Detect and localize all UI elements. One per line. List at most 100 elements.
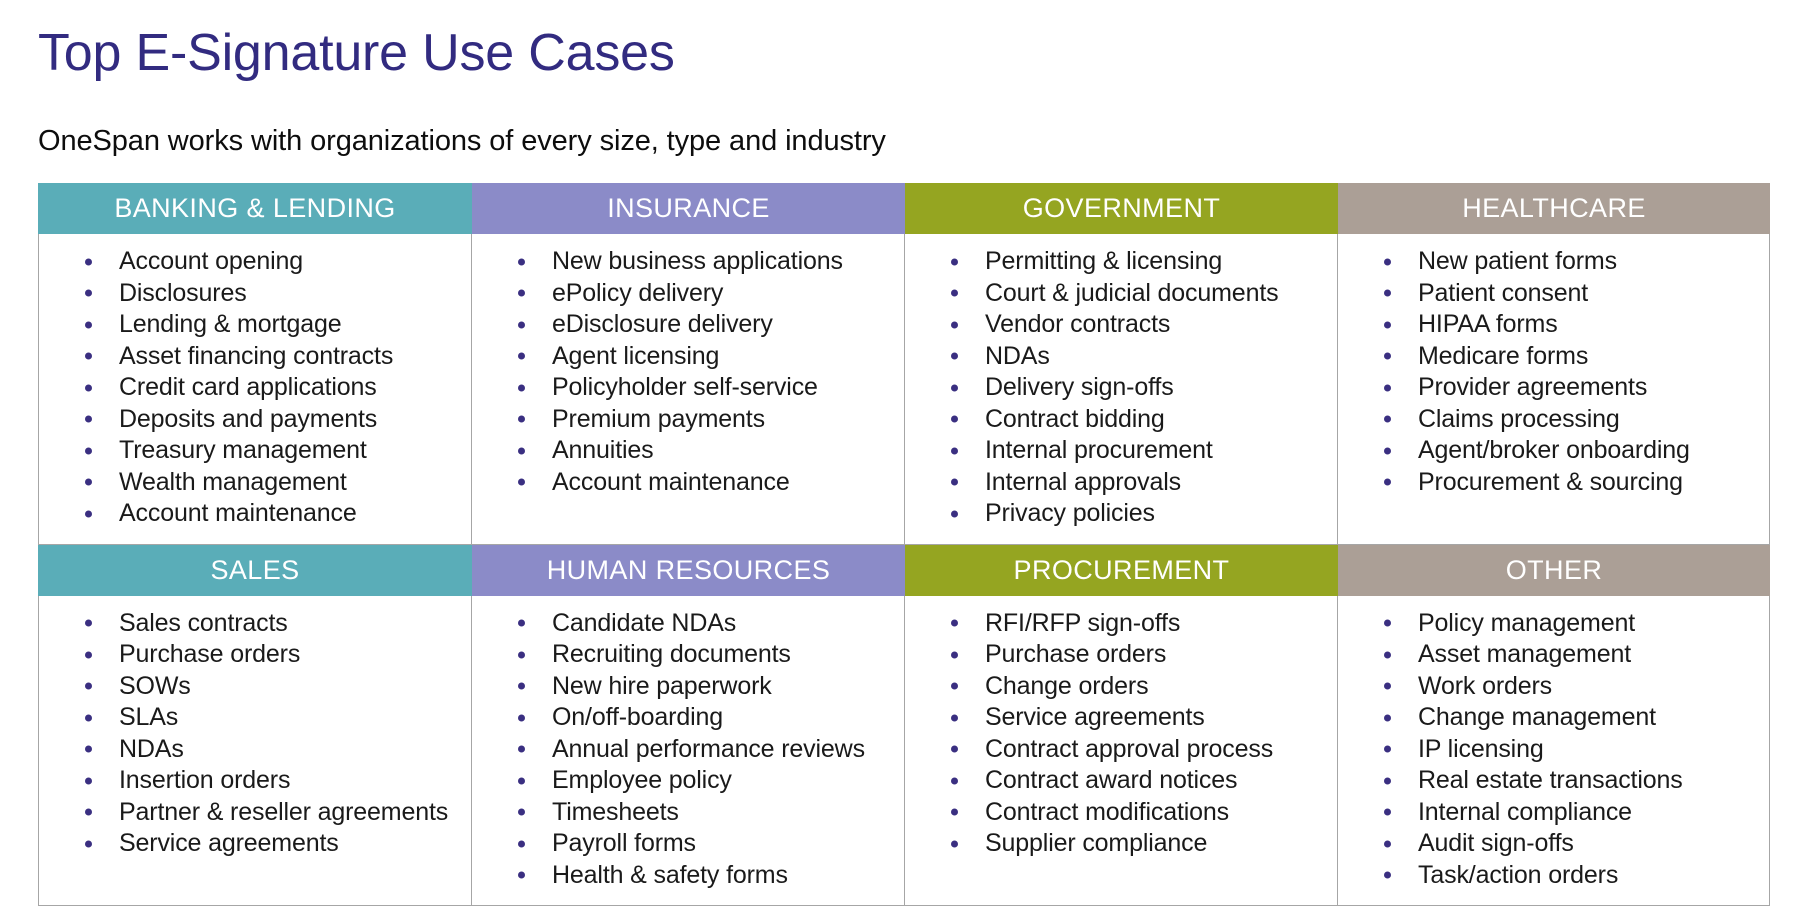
category-column: SALES Sales contracts Purchase orders SOWs S… xyxy=(38,544,472,906)
bullet-icon xyxy=(518,258,525,266)
list-item-label: Procurement & sourcing xyxy=(1418,467,1683,496)
bullet-icon xyxy=(1384,714,1391,722)
bullet-icon xyxy=(1384,447,1391,455)
category-header[interactable]: HEALTHCARE xyxy=(1338,183,1770,234)
list-item: Policyholder self-service xyxy=(478,372,898,404)
bullet-icon xyxy=(85,808,92,816)
bullet-icon xyxy=(85,258,92,266)
list-item: Contract award notices xyxy=(911,765,1331,797)
bullet-icon xyxy=(518,777,525,785)
list-item: Wealth management xyxy=(45,467,465,499)
list-item: Purchase orders xyxy=(911,639,1331,671)
list-item: Supplier compliance xyxy=(911,828,1331,860)
list-item: Recruiting documents xyxy=(478,639,898,671)
list-item: Account maintenance xyxy=(478,467,898,499)
category-header[interactable]: GOVERNMENT xyxy=(905,183,1338,234)
bullet-icon xyxy=(1384,352,1391,360)
list-item: Treasury management xyxy=(45,435,465,467)
list-item: Employee policy xyxy=(478,765,898,797)
category-body: Account opening Disclosures Lending & mort… xyxy=(38,234,472,545)
list-item: Task/action orders xyxy=(1344,860,1763,892)
list-item-label: Contract bidding xyxy=(985,404,1165,433)
category-header[interactable]: SALES xyxy=(38,544,472,596)
list-item: NDAs xyxy=(911,341,1331,373)
list-item-label: Work orders xyxy=(1418,671,1553,700)
use-case-list: RFI/RFP sign-offs Purchase orders Change o… xyxy=(911,608,1331,860)
list-item-label: Delivery sign-offs xyxy=(985,373,1174,401)
bullet-icon xyxy=(951,714,958,722)
list-item-label: Change orders xyxy=(985,671,1149,700)
list-item: Asset management xyxy=(1344,639,1763,671)
list-item-label: New hire paperwork xyxy=(552,671,772,700)
list-item-label: Disclosures xyxy=(119,278,247,307)
category-header[interactable]: PROCUREMENT xyxy=(905,544,1338,596)
slide-canvas: Top E-Signature Use Cases OneSpan works … xyxy=(0,0,1801,910)
list-item-label: Annual performance reviews xyxy=(552,734,865,763)
bullet-icon xyxy=(951,258,958,266)
bullet-icon xyxy=(1384,415,1391,423)
list-item-label: Provider agreements xyxy=(1418,373,1648,401)
bullet-icon xyxy=(85,384,92,392)
bullet-icon xyxy=(1384,321,1391,329)
category-body: Candidate NDAs Recruiting documents New hi… xyxy=(472,595,905,906)
list-item-label: Change management xyxy=(1418,703,1656,731)
list-item: Audit sign-offs xyxy=(1344,828,1763,860)
bullet-icon xyxy=(951,510,958,518)
list-item: Credit card applications xyxy=(45,372,465,404)
list-item-label: ePolicy delivery xyxy=(552,278,724,307)
category-body: New business applications ePolicy deliver… xyxy=(472,234,905,545)
list-item-label: Patient consent xyxy=(1418,278,1589,307)
list-item-label: Account opening xyxy=(119,247,304,275)
list-item-label: eDisclosure delivery xyxy=(552,310,773,338)
list-item-label: Treasury management xyxy=(119,436,367,464)
use-case-list: Policy management Asset management Work or… xyxy=(1344,608,1763,892)
list-item-label: Medicare forms xyxy=(1418,341,1589,370)
category-header[interactable]: BANKING & LENDING xyxy=(38,183,472,234)
list-item-label: Permitting & licensing xyxy=(985,247,1223,275)
bullet-icon xyxy=(85,745,92,753)
list-item: On/off-boarding xyxy=(478,702,898,734)
category-body: Sales contracts Purchase orders SOWs SLAs ND… xyxy=(38,595,472,906)
bullet-icon xyxy=(85,777,92,785)
category-header[interactable]: INSURANCE xyxy=(472,183,905,234)
use-case-list: New patient forms Patient consent HIPAA fo… xyxy=(1344,246,1763,498)
list-item: HIPAA forms xyxy=(1344,309,1763,341)
use-case-grid: BANKING & LENDING Account opening Disclosu… xyxy=(38,183,1770,906)
use-case-list: Sales contracts Purchase orders SOWs SLAs ND… xyxy=(45,608,465,860)
list-item: Agent/broker onboarding xyxy=(1344,435,1763,467)
list-item: Policy management xyxy=(1344,608,1763,640)
category-header[interactable]: HUMAN RESOURCES xyxy=(472,544,905,596)
list-item: Deposits and payments xyxy=(45,404,465,436)
list-item-label: Audit sign-offs xyxy=(1418,829,1574,857)
bullet-icon xyxy=(951,619,958,627)
list-item: Medicare forms xyxy=(1344,341,1763,373)
bullet-icon xyxy=(85,352,92,360)
list-item: Agent licensing xyxy=(478,341,898,373)
list-item: Court & judicial documents xyxy=(911,278,1331,310)
bullet-icon xyxy=(518,714,525,722)
list-item-label: IP licensing xyxy=(1418,734,1544,763)
bullet-icon xyxy=(951,682,958,690)
list-item: Claims processing xyxy=(1344,404,1763,436)
list-item: Disclosures xyxy=(45,278,465,310)
list-item-label: Service agreements xyxy=(119,829,339,857)
bullet-icon xyxy=(85,682,92,690)
bullet-icon xyxy=(951,808,958,816)
list-item: Change orders xyxy=(911,671,1331,703)
list-item-label: Internal procurement xyxy=(985,436,1213,464)
bullet-icon xyxy=(1384,619,1391,627)
list-item-label: On/off-boarding xyxy=(552,703,724,731)
bullet-icon xyxy=(518,289,525,297)
bullet-icon xyxy=(85,478,92,486)
bullet-icon xyxy=(1384,808,1391,816)
list-item-label: Purchase orders xyxy=(119,640,301,668)
category-header[interactable]: OTHER xyxy=(1338,544,1770,596)
list-item: Patient consent xyxy=(1344,278,1763,310)
use-case-list: Candidate NDAs Recruiting documents New hi… xyxy=(478,608,898,892)
list-item-label: NDAs xyxy=(119,734,184,763)
list-item: Payroll forms xyxy=(478,828,898,860)
list-item-label: Partner & reseller agreements xyxy=(119,797,449,826)
list-item: Asset financing contracts xyxy=(45,341,465,373)
bullet-icon xyxy=(951,840,958,848)
list-item: Sales contracts xyxy=(45,608,465,640)
